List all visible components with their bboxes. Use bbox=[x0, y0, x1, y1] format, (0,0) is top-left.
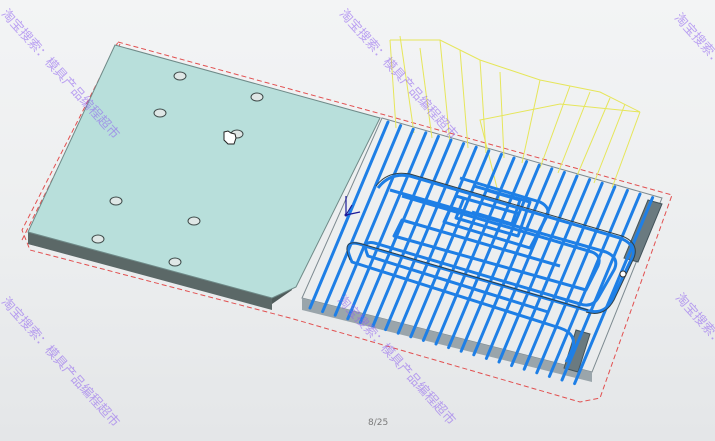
rapid-move-line bbox=[389, 39, 397, 129]
rapid-move-line bbox=[459, 49, 469, 149]
rapid-move-line bbox=[399, 35, 415, 134]
cam-3d-viewport[interactable] bbox=[0, 0, 715, 441]
rapid-move-line bbox=[539, 85, 571, 169]
rapid-move-line bbox=[575, 97, 611, 179]
rapid-move-line bbox=[593, 103, 626, 184]
rapid-move-line bbox=[521, 79, 541, 164]
marker-hole bbox=[619, 270, 627, 278]
rapid-move-line bbox=[611, 111, 641, 189]
rapid-move-line bbox=[439, 39, 451, 144]
page-indicator: 8/25 bbox=[368, 418, 389, 428]
rapid-move-line bbox=[419, 47, 433, 139]
